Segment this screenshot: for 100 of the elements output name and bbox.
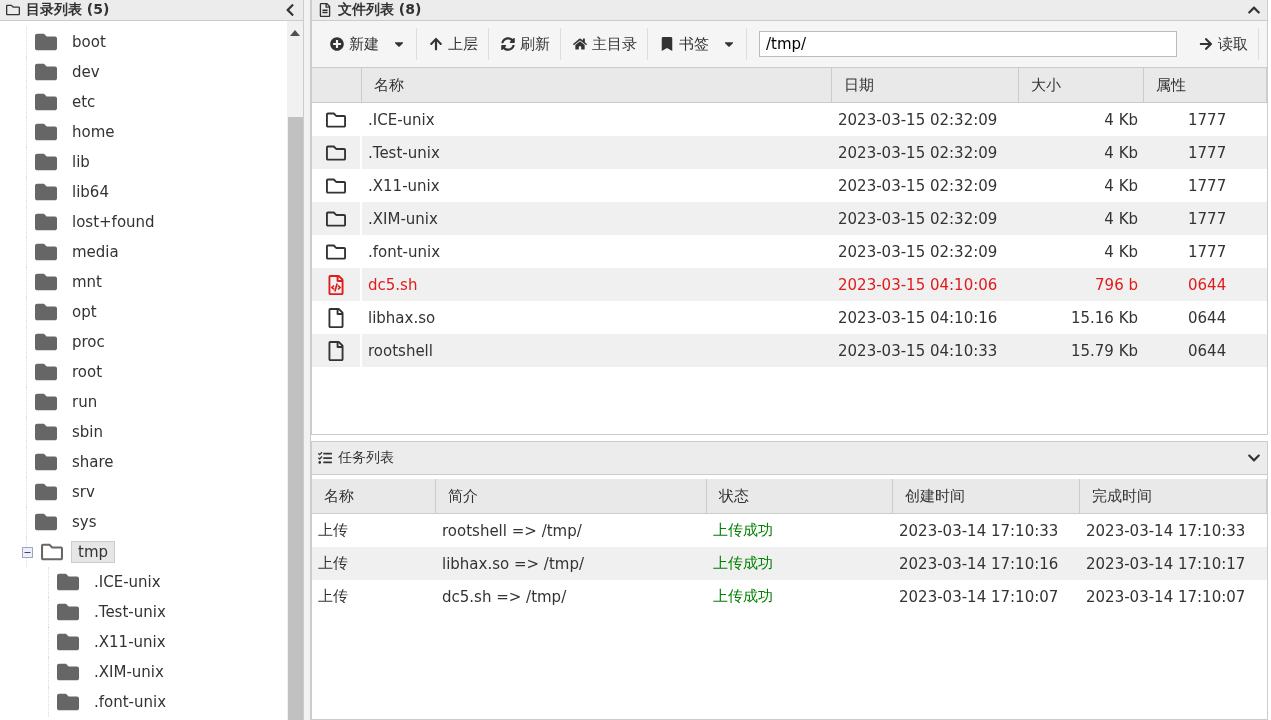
tree-item[interactable]: lib64 [65, 181, 116, 203]
table-cell: 2023-03-15 02:32:09 [832, 202, 1019, 235]
tree-item[interactable]: lost+found [65, 211, 162, 233]
table-cell: 上传 [312, 547, 436, 580]
tree-item[interactable]: etc [65, 91, 103, 113]
folder-icon [41, 541, 63, 563]
tree-item[interactable]: media [65, 241, 126, 263]
folder-icon [35, 361, 57, 383]
tree-item[interactable]: .ICE-unix [87, 571, 168, 593]
folder-icon [35, 181, 57, 203]
folder-icon [57, 691, 79, 713]
folder-icon [35, 421, 57, 443]
tree-item[interactable]: lib [65, 151, 97, 173]
column-header[interactable]: 大小 [1019, 68, 1144, 103]
tree-item[interactable]: home [65, 121, 122, 143]
collapse-toggle[interactable] [22, 546, 33, 558]
folder-icon [35, 391, 57, 413]
file-icon [326, 307, 346, 328]
panel-title: 文件列表 (8) [338, 1, 423, 19]
tree-item[interactable]: sys [65, 511, 104, 533]
toolbar-button[interactable]: 书签 [650, 28, 747, 60]
status-text: 上传成功 [707, 547, 893, 580]
folder-icon [35, 481, 57, 503]
tree-item[interactable]: opt [65, 301, 104, 323]
folder-icon [35, 511, 57, 533]
folder-icon [57, 661, 79, 683]
file-name[interactable]: rootshell [362, 334, 832, 367]
arrow-up-icon [429, 37, 443, 51]
column-header[interactable]: 状态 [707, 479, 893, 514]
panel-title: 目录列表 (5) [26, 1, 111, 19]
tree-item[interactable]: root [65, 361, 110, 383]
folder-icon [35, 241, 57, 263]
document-icon [318, 3, 332, 17]
table-cell: 0644 [1144, 268, 1267, 301]
panel-title: 任务列表 [338, 449, 395, 467]
folder-icon [35, 61, 57, 83]
tree-item[interactable]: mnt [65, 271, 109, 293]
tree-item[interactable]: proc [65, 331, 112, 353]
tree-item[interactable]: run [65, 391, 105, 413]
tree-item[interactable]: sbin [65, 421, 110, 443]
toolbar-button[interactable]: 上层 [419, 28, 489, 60]
column-header[interactable]: 名称 [362, 68, 832, 103]
folder-icon [35, 151, 57, 173]
table-cell: 2023-03-15 04:10:06 [832, 268, 1019, 301]
tree-item[interactable]: .Test-unix [87, 601, 173, 623]
table-cell: 1777 [1144, 136, 1267, 169]
tree-item[interactable]: .XIM-unix [87, 661, 171, 683]
folder-icon [35, 211, 57, 233]
list-icon [318, 451, 332, 465]
table-cell: 2023-03-15 04:10:33 [832, 334, 1019, 367]
folder-icon [35, 31, 57, 53]
folder-icon [57, 571, 79, 593]
tree-item[interactable]: srv [65, 481, 102, 503]
folder-icon [35, 91, 57, 113]
toolbar-button[interactable]: 刷新 [491, 28, 561, 60]
table-cell: 1777 [1144, 202, 1267, 235]
table-cell: 15.79 Kb [1019, 334, 1144, 367]
table-cell: 4 Kb [1019, 202, 1144, 235]
toolbar-button[interactable]: 新建 [320, 28, 417, 60]
table-cell: libhax.so => /tmp/ [436, 547, 707, 580]
file-name[interactable]: .XIM-unix [362, 202, 832, 235]
bookmark-icon [660, 37, 674, 51]
folder-icon [35, 271, 57, 293]
folder-icon [6, 3, 20, 17]
file-name[interactable]: .Test-unix [362, 136, 832, 169]
folder-icon [35, 301, 57, 323]
code-file-icon [326, 274, 346, 295]
column-header[interactable]: 名称 [312, 479, 436, 514]
file-icon [326, 340, 346, 361]
toolbar-button[interactable]: 主目录 [563, 28, 648, 60]
tree-item[interactable]: .X11-unix [87, 631, 173, 653]
table-cell: 0644 [1144, 334, 1267, 367]
scroll-up-arrow-icon[interactable] [290, 29, 300, 37]
folder-icon [57, 601, 79, 623]
tree-item[interactable]: tmp [71, 541, 115, 563]
column-header[interactable]: 创建时间 [893, 479, 1080, 514]
folder-icon [35, 121, 57, 143]
table-cell: 796 b [1019, 268, 1144, 301]
tree-item[interactable]: share [65, 451, 121, 473]
table-cell: 2023-03-15 02:32:09 [832, 136, 1019, 169]
table-cell: 2023-03-14 17:10:17 [1080, 547, 1267, 580]
column-header[interactable]: 简介 [436, 479, 707, 514]
column-header[interactable]: 日期 [832, 68, 1019, 103]
table-cell: 4 Kb [1019, 136, 1144, 169]
home-icon [573, 37, 587, 51]
table-cell: 2023-03-14 17:10:16 [893, 547, 1080, 580]
tree-item[interactable]: dev [65, 61, 107, 83]
file-name[interactable]: dc5.sh [362, 268, 832, 301]
folder-icon [35, 331, 57, 353]
column-header[interactable]: 完成时间 [1080, 479, 1267, 514]
scrollbar[interactable] [287, 21, 303, 720]
folder-icon [57, 631, 79, 653]
read-button[interactable]: 读取 [1189, 28, 1259, 60]
tree-item[interactable]: .font-unix [87, 691, 174, 713]
refresh-icon [501, 37, 515, 51]
path-field[interactable]: /tmp/ [759, 31, 1177, 57]
tree-item[interactable]: boot [65, 31, 113, 53]
arrow-right-icon [1199, 37, 1213, 51]
folder-icon [35, 451, 57, 473]
column-header[interactable]: 属性 [1144, 68, 1267, 103]
